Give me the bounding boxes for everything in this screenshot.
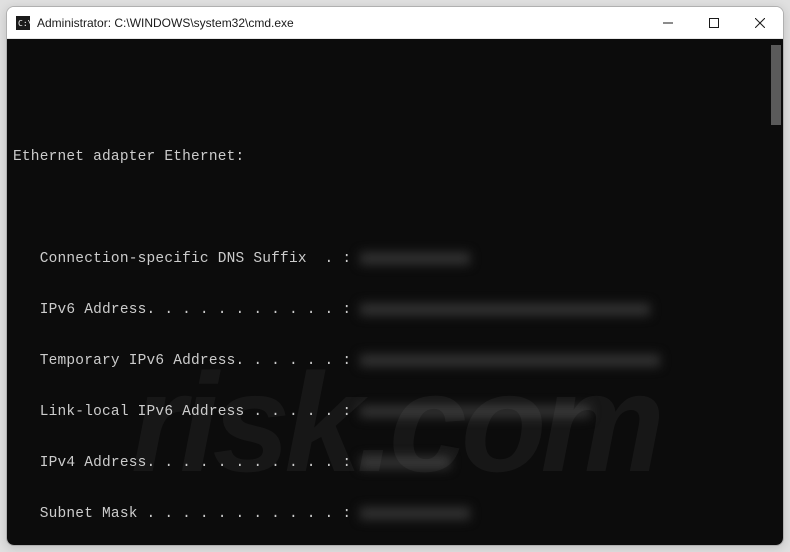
redacted-value: xxxxxxxxxxxxxxxxxxxxxxxxxxxxx bbox=[360, 354, 660, 367]
maximize-button[interactable] bbox=[691, 7, 737, 38]
titlebar[interactable]: C:\ Administrator: C:\WINDOWS\system32\c… bbox=[7, 7, 783, 39]
config-line: Link-local IPv6 Address . . . . . : xxxx… bbox=[13, 404, 783, 421]
cmd-icon: C:\ bbox=[15, 15, 31, 31]
redacted-value: xxxxxxxxxx bbox=[360, 252, 470, 265]
config-line: IPv4 Address. . . . . . . . . . . : xxxx… bbox=[13, 455, 783, 472]
adapter-header: Ethernet adapter Ethernet: bbox=[13, 149, 783, 166]
redacted-value: xxxxxxxxxxxxxxxxxxxxxx bbox=[360, 405, 590, 418]
redacted-value: xxxxxxxxxxxxxxxxxxxxxxxxxxxx bbox=[360, 303, 650, 316]
config-line: Temporary IPv6 Address. . . . . . : xxxx… bbox=[13, 353, 783, 370]
window-controls bbox=[645, 7, 783, 38]
redacted-value: xxxxxxxxxx bbox=[360, 507, 470, 520]
config-line: IPv6 Address. . . . . . . . . . . : xxxx… bbox=[13, 302, 783, 319]
cmd-window: C:\ Administrator: C:\WINDOWS\system32\c… bbox=[6, 6, 784, 546]
config-label: Temporary IPv6 Address. . . . . . : bbox=[13, 353, 351, 369]
terminal-body[interactable]: Ethernet adapter Ethernet: Connection-sp… bbox=[7, 39, 783, 545]
svg-text:C:\: C:\ bbox=[18, 19, 30, 28]
redacted-value: xxxxxxxx bbox=[360, 456, 450, 469]
minimize-button[interactable] bbox=[645, 7, 691, 38]
close-icon bbox=[755, 18, 765, 28]
config-label: Subnet Mask . . . . . . . . . . . : bbox=[13, 506, 351, 522]
config-label: Link-local IPv6 Address . . . . . : bbox=[13, 404, 351, 420]
config-label: Connection-specific DNS Suffix . : bbox=[13, 251, 351, 267]
config-line: Subnet Mask . . . . . . . . . . . : xxxx… bbox=[13, 506, 783, 523]
config-line: Connection-specific DNS Suffix . : xxxxx… bbox=[13, 251, 783, 268]
config-label: IPv4 Address. . . . . . . . . . . : bbox=[13, 455, 351, 471]
scrollbar-thumb[interactable] bbox=[771, 45, 781, 125]
close-button[interactable] bbox=[737, 7, 783, 38]
maximize-icon bbox=[709, 18, 719, 28]
window-title: Administrator: C:\WINDOWS\system32\cmd.e… bbox=[37, 16, 294, 30]
minimize-icon bbox=[663, 18, 673, 28]
config-label: IPv6 Address. . . . . . . . . . . : bbox=[13, 302, 351, 318]
